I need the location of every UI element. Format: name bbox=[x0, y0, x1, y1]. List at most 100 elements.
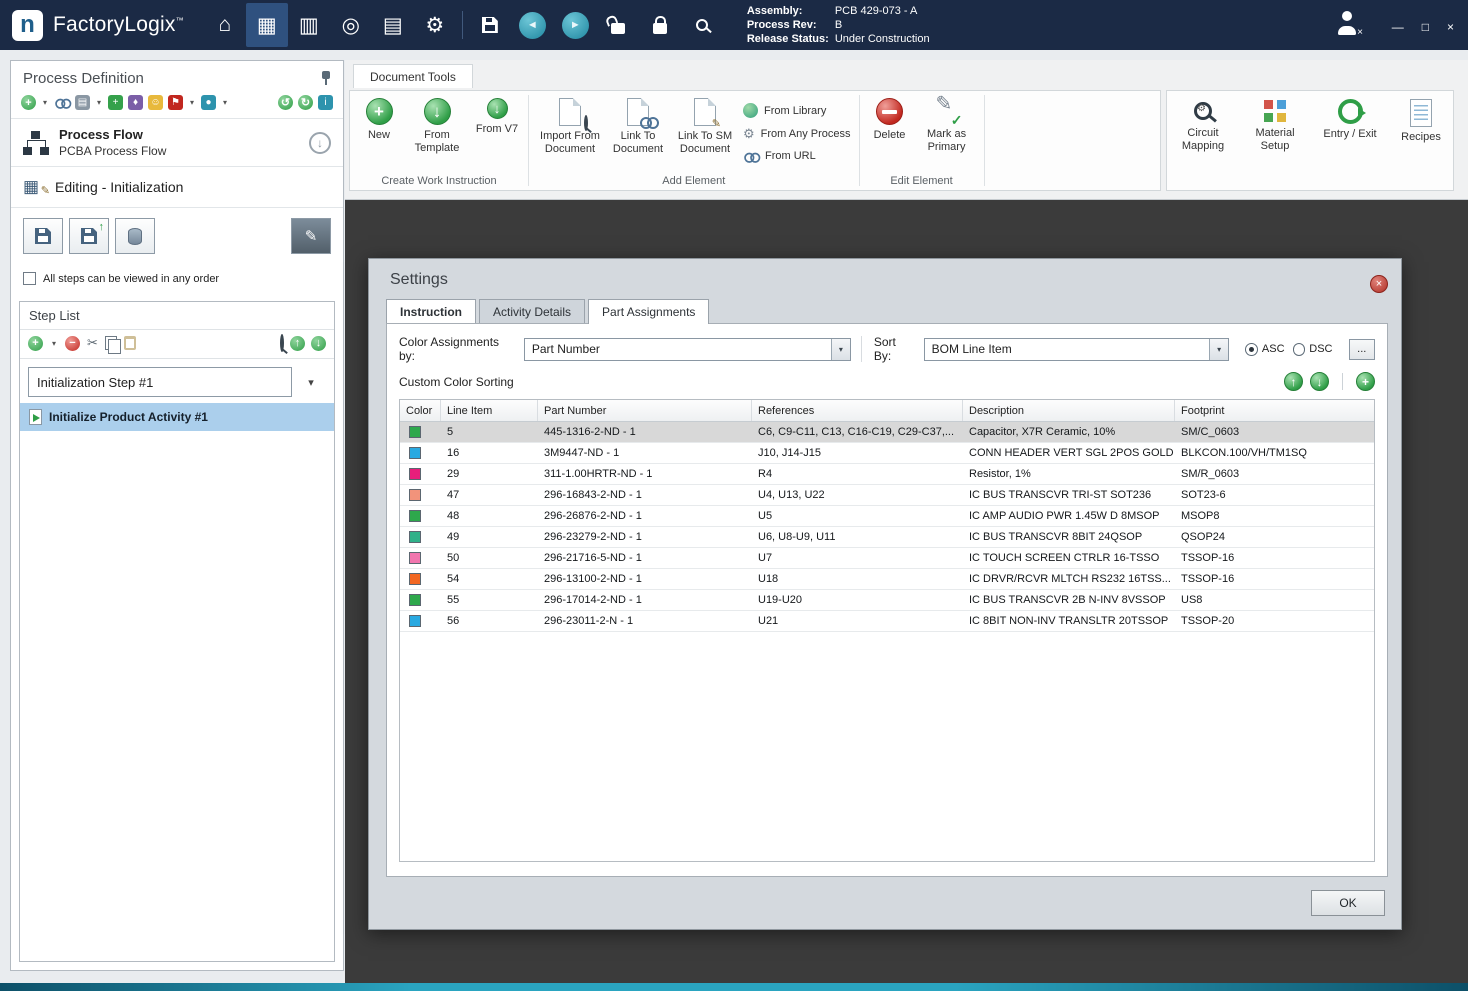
move-color-down-button[interactable]: ↓ bbox=[1310, 372, 1329, 391]
edit-instruction-button[interactable]: ✎ bbox=[291, 218, 331, 254]
column-header-footprint[interactable]: Footprint bbox=[1175, 400, 1374, 421]
redo-button[interactable]: ↻ bbox=[298, 95, 313, 110]
flag-button[interactable]: ⚑ bbox=[168, 95, 183, 110]
table-row[interactable]: 47 296-16843-2-ND - 1 U4, U13, U22 IC BU… bbox=[400, 485, 1374, 506]
save-instruction-button[interactable] bbox=[23, 218, 63, 254]
close-button[interactable]: × bbox=[1447, 20, 1454, 34]
column-header-references[interactable]: References bbox=[752, 400, 963, 421]
sort-by-select[interactable]: BOM Line Item ▾ bbox=[923, 337, 1230, 361]
table-row[interactable]: 55 296-17014-2-ND - 1 U19-U20 IC BUS TRA… bbox=[400, 590, 1374, 611]
mark-as-primary-button[interactable]: ✎ ✓ Mark as Primary bbox=[918, 94, 976, 154]
column-header-description[interactable]: Description bbox=[963, 400, 1175, 421]
from-any-process-button[interactable]: ⚙ From Any Process bbox=[743, 126, 851, 142]
undo-button[interactable]: ↺ bbox=[278, 95, 293, 110]
circuit-mapping-button[interactable]: ⚙ Circuit Mapping bbox=[1172, 99, 1234, 153]
add-process-dropdown[interactable]: ▾ bbox=[41, 98, 49, 107]
cut-button[interactable]: ✂ bbox=[87, 335, 98, 351]
from-v7-button[interactable]: ↓ From V7 bbox=[474, 98, 520, 136]
from-library-button[interactable]: From Library bbox=[743, 103, 851, 118]
workflow-button[interactable]: ▥ bbox=[288, 3, 330, 47]
add-group-label: Add Element bbox=[662, 175, 726, 187]
unlock-button[interactable] bbox=[597, 3, 639, 47]
any-order-checkbox[interactable] bbox=[23, 272, 36, 285]
audit-search-button[interactable] bbox=[681, 3, 723, 47]
user-button[interactable]: × bbox=[1334, 10, 1363, 38]
print-dropdown[interactable]: ▾ bbox=[95, 98, 103, 107]
process-editor-button[interactable]: ▦ bbox=[245, 3, 288, 47]
from-url-button[interactable]: From URL bbox=[743, 150, 851, 163]
process-flow-subtitle: PCBA Process Flow bbox=[59, 144, 167, 158]
add-step-dropdown[interactable]: ▾ bbox=[50, 339, 58, 348]
new-instruction-button[interactable]: + New bbox=[358, 98, 400, 142]
operator-button[interactable]: ☺ bbox=[148, 95, 163, 110]
cell-line-item: 54 bbox=[447, 573, 460, 585]
add-color-button[interactable]: + bbox=[1356, 372, 1375, 391]
tab-part-assignments[interactable]: Part Assignments bbox=[588, 299, 710, 324]
add-step-button[interactable]: + bbox=[28, 335, 43, 351]
material-setup-button[interactable]: Material Setup bbox=[1244, 99, 1306, 153]
cell-footprint: US8 bbox=[1181, 594, 1203, 606]
move-step-up-button[interactable]: ↑ bbox=[290, 335, 305, 351]
zoom-button[interactable] bbox=[280, 334, 284, 352]
record-button[interactable]: ● bbox=[201, 95, 216, 110]
save-button[interactable] bbox=[469, 3, 511, 47]
column-header-color[interactable]: Color bbox=[400, 400, 441, 421]
link-to-document-button[interactable]: Link To Document bbox=[609, 98, 667, 156]
add-process-button[interactable]: + bbox=[21, 95, 36, 110]
link-to-sm-document-button[interactable]: ✎ Link To SM Document bbox=[673, 98, 737, 156]
process-flow-row[interactable]: Process Flow PCBA Process Flow ↓ bbox=[11, 118, 343, 167]
tab-instruction[interactable]: Instruction bbox=[386, 299, 476, 323]
hierarchy-button[interactable]: + bbox=[108, 95, 123, 110]
move-step-down-button[interactable]: ↓ bbox=[311, 335, 326, 351]
tab-activity-details[interactable]: Activity Details bbox=[479, 299, 586, 323]
ok-button[interactable]: OK bbox=[1311, 890, 1385, 916]
archive-instruction-button[interactable] bbox=[115, 218, 155, 254]
reports-button[interactable]: ▤ bbox=[372, 3, 414, 47]
table-row[interactable]: 48 296-26876-2-ND - 1 U5 IC AMP AUDIO PW… bbox=[400, 506, 1374, 527]
home-button[interactable]: ⌂ bbox=[204, 3, 246, 47]
paste-button[interactable] bbox=[123, 336, 136, 350]
table-row[interactable]: 49 296-23279-2-ND - 1 U6, U8-U9, U11 IC … bbox=[400, 527, 1374, 548]
delete-element-button[interactable]: Delete bbox=[868, 98, 912, 142]
print-button[interactable]: ▤ bbox=[75, 95, 90, 110]
activity-item[interactable]: Initialize Product Activity #1 bbox=[20, 403, 334, 431]
record-dropdown[interactable]: ▾ bbox=[221, 98, 229, 107]
link-icon[interactable] bbox=[55, 98, 72, 109]
step-name-input[interactable]: Initialization Step #1 bbox=[28, 367, 292, 397]
navigator-button[interactable]: ◎ bbox=[330, 3, 372, 47]
copy-button[interactable] bbox=[104, 336, 121, 354]
table-row[interactable]: 50 296-21716-5-ND - 1 U7 IC TOUCH SCREEN… bbox=[400, 548, 1374, 569]
lock-button[interactable] bbox=[639, 3, 681, 47]
badge-button[interactable]: ♦ bbox=[128, 95, 143, 110]
maximize-button[interactable]: □ bbox=[1422, 20, 1429, 34]
settings-gear-button[interactable]: ⚙ bbox=[414, 3, 456, 47]
pin-icon[interactable] bbox=[321, 71, 331, 86]
step-collapse-button[interactable]: ▾ bbox=[296, 367, 326, 397]
entry-exit-button[interactable]: Entry / Exit bbox=[1316, 99, 1384, 141]
import-instruction-button[interactable]: ↑ bbox=[69, 218, 109, 254]
tab-document-tools[interactable]: Document Tools bbox=[353, 64, 473, 88]
asc-radio[interactable] bbox=[1245, 342, 1258, 356]
forward-button[interactable]: ► bbox=[561, 11, 589, 39]
table-row[interactable]: 16 3M9447-ND - 1 J10, J14-J15 CONN HEADE… bbox=[400, 443, 1374, 464]
recipes-button[interactable]: Recipes bbox=[1394, 99, 1448, 144]
import-from-document-button[interactable]: Import From Document bbox=[537, 98, 603, 156]
dsc-radio[interactable] bbox=[1292, 342, 1306, 356]
info-button[interactable]: i bbox=[318, 95, 333, 110]
back-button[interactable]: ◄ bbox=[518, 11, 546, 39]
table-row[interactable]: 56 296-23011-2-N - 1 U21 IC 8BIT NON-INV… bbox=[400, 611, 1374, 632]
color-assignments-select[interactable]: Part Number ▾ bbox=[523, 337, 851, 361]
more-options-button[interactable]: ... bbox=[1348, 338, 1375, 360]
from-template-button[interactable]: ↓ From Template bbox=[406, 98, 468, 155]
table-row[interactable]: 5 445-1316-2-ND - 1 C6, C9-C11, C13, C16… bbox=[400, 422, 1374, 443]
remove-step-button[interactable]: − bbox=[65, 335, 80, 351]
collapse-button[interactable]: ↓ bbox=[309, 131, 331, 154]
column-header-line-item[interactable]: Line Item bbox=[441, 400, 538, 421]
minimize-button[interactable]: — bbox=[1392, 20, 1404, 34]
dialog-close-button[interactable]: × bbox=[1370, 275, 1388, 293]
move-color-up-button[interactable]: ↑ bbox=[1284, 372, 1303, 391]
table-row[interactable]: 54 296-13100-2-ND - 1 U18 IC DRVR/RCVR M… bbox=[400, 569, 1374, 590]
column-header-part-number[interactable]: Part Number bbox=[538, 400, 752, 421]
flag-dropdown[interactable]: ▾ bbox=[188, 98, 196, 107]
table-row[interactable]: 29 311-1.00HRTR-ND - 1 R4 Resistor, 1% S… bbox=[400, 464, 1374, 485]
